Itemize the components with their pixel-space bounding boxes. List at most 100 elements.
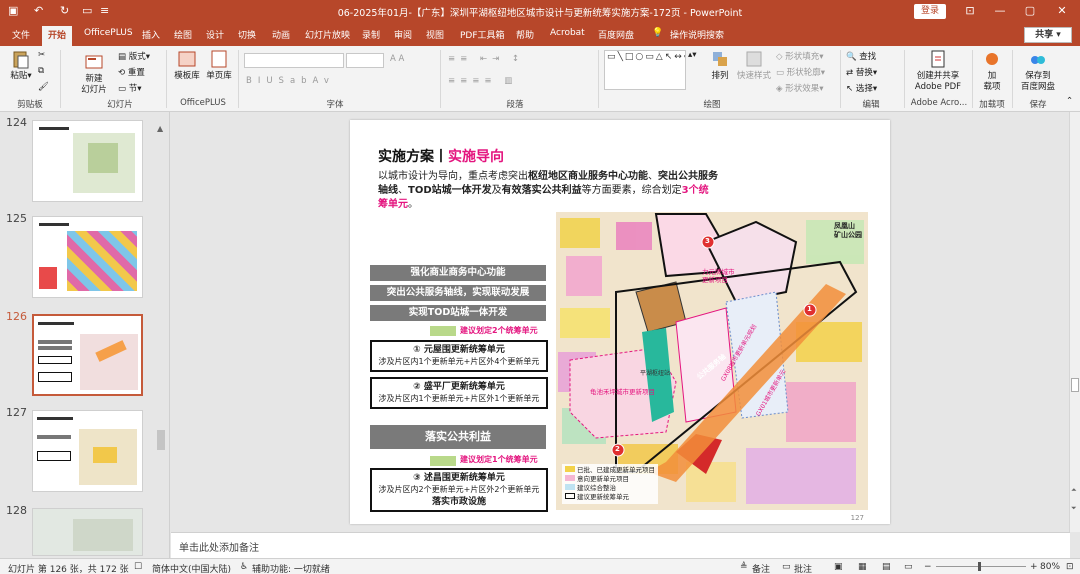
slide-scrollbar[interactable]: ⏶ ⏷ <box>1069 112 1080 532</box>
notes-toggle[interactable]: 备注 <box>752 562 770 574</box>
body-bold: 枢纽地区商业服务中心功能 <box>528 171 648 182</box>
save-baidu-button[interactable]: 保存到 百度网盘 <box>1016 49 1060 93</box>
tab-animations[interactable]: 动画 <box>272 28 290 41</box>
tab-transitions[interactable]: 切换 <box>238 28 256 41</box>
normal-view-icon[interactable]: ▣ <box>834 562 843 572</box>
tab-record[interactable]: 录制 <box>362 28 380 41</box>
tab-draw[interactable]: 绘图 <box>174 28 192 41</box>
slide-thumbnail-127[interactable] <box>32 410 143 492</box>
arrange-icon <box>713 52 727 66</box>
tab-home[interactable]: 开始 <box>42 26 73 46</box>
tab-help[interactable]: 帮助 <box>516 28 534 41</box>
select-button[interactable]: ↖ 选择▾ <box>846 82 877 94</box>
map-marker: 2 <box>615 445 620 453</box>
tab-view[interactable]: 视图 <box>426 28 444 41</box>
zoom-slider-thumb[interactable] <box>978 562 981 571</box>
accessibility-status[interactable]: 辅助功能: 一切就绪 <box>252 562 330 574</box>
template-library-button[interactable]: 模板库 <box>172 49 202 82</box>
zoom-out-icon[interactable]: − <box>924 562 932 572</box>
quick-style-button[interactable]: 快速样式 <box>736 49 772 82</box>
list-buttons[interactable]: ≡≡ ⇤⇥ ↕ <box>448 54 524 64</box>
fit-slide-icon[interactable]: ⊡ <box>1066 562 1074 572</box>
paste-icon <box>13 51 29 69</box>
map-label-project: 力元牌城市 更新项目 <box>702 268 735 284</box>
maximize-icon[interactable]: ▢ <box>1020 4 1040 17</box>
tab-design[interactable]: 设计 <box>206 28 224 41</box>
group-label-paragraph: 段落 <box>506 100 524 110</box>
slide-thumbnail-126[interactable] <box>32 314 143 396</box>
align-buttons[interactable]: ≡≡≡≡ ▥ <box>448 76 517 86</box>
slideshow-icon[interactable]: ▭ <box>904 562 913 572</box>
shape-effect-label: 形状效果 <box>785 84 820 94</box>
comments-toggle[interactable]: 批注 <box>794 562 812 574</box>
format-painter-icon[interactable]: 🖌 <box>38 82 49 92</box>
font-format-buttons[interactable]: BIUSabAv <box>246 76 335 86</box>
addins-button[interactable]: 加 载项 <box>978 49 1006 93</box>
slide-counter: 幻灯片 第 126 张，共 172 张 <box>8 565 129 574</box>
zoom-level[interactable]: 80% <box>1040 562 1060 572</box>
shapes-scroll[interactable]: ▴▾ <box>688 50 697 60</box>
spellcheck-icon[interactable]: ☐ <box>134 562 142 572</box>
tab-acrobat[interactable]: Acrobat <box>550 28 585 38</box>
notes-pane[interactable]: 单击此处添加备注 <box>171 532 1070 558</box>
shape-fill-button[interactable]: ◇ 形状填充▾ <box>776 50 824 62</box>
next-slide-icon[interactable]: ⏷ <box>1071 504 1077 513</box>
paste-button[interactable]: 粘贴▾ <box>8 49 34 82</box>
zoom-in-icon[interactable]: + <box>1030 562 1038 572</box>
cut-icon[interactable]: ✂ <box>38 50 45 60</box>
reading-view-icon[interactable]: ▤ <box>882 562 891 572</box>
section-button[interactable]: ▭ 节▾ <box>118 82 142 94</box>
ribbon-display-icon[interactable]: ⊡ <box>960 4 980 17</box>
tab-pdf-toolbox[interactable]: PDF工具箱 <box>460 28 505 41</box>
status-bar: 幻灯片 第 126 张，共 172 张 ☐ 简体中文(中国大陆) ♿ 辅助功能:… <box>0 558 1080 574</box>
collapse-ribbon-icon[interactable]: ⌃ <box>1066 96 1073 106</box>
find-button[interactable]: 🔍 查找 <box>846 50 876 62</box>
tab-officeplus[interactable]: OfficePLUS <box>84 28 133 38</box>
thumbnail-scrollbar[interactable]: ▲ <box>157 124 165 554</box>
arrange-button[interactable]: 排列 <box>706 49 734 82</box>
ribbon: 粘贴▾ ✂ ⧉ 🖌 剪贴板 新建 幻灯片 ▤ 版式▾ ⟲ 重置 ▭ 节▾ 幻灯片… <box>0 46 1080 112</box>
login-button[interactable]: 登录 <box>914 4 946 19</box>
tell-me-search[interactable]: 操作说明搜索 <box>670 28 724 41</box>
accessibility-icon: ♿ <box>240 562 249 572</box>
zoom-slider[interactable] <box>936 566 1026 567</box>
reset-button[interactable]: ⟲ 重置 <box>118 66 145 78</box>
addin-icon <box>986 53 998 65</box>
tab-review[interactable]: 审阅 <box>394 28 412 41</box>
group-label-slides: 幻灯片 <box>107 100 133 110</box>
shapes-gallery[interactable]: ▭╲□○▭△↖↔⇨⇩☆{} <box>604 50 686 90</box>
replace-button[interactable]: ⇄ 替换▾ <box>846 66 877 78</box>
close-icon[interactable]: ✕ <box>1052 4 1072 17</box>
slide-thumbnail-128[interactable] <box>32 508 143 556</box>
current-slide[interactable]: 实施方案丨实施导向 以城市设计为导向，重点考虑突出枢纽地区商业服务中心功能、突出… <box>350 120 890 524</box>
font-family-combo[interactable] <box>244 53 344 68</box>
slide-thumbnail-124[interactable] <box>32 120 143 202</box>
shape-outline-button[interactable]: ▭ 形状轮廓▾ <box>776 66 825 78</box>
tab-insert[interactable]: 插入 <box>142 28 160 41</box>
font-grow-shrink-icon[interactable]: A A <box>390 54 404 64</box>
slide-sorter-icon[interactable]: ▦ <box>858 562 867 572</box>
new-slide-icon <box>85 55 103 69</box>
single-page-label: 单页库 <box>206 71 232 81</box>
language-indicator[interactable]: 简体中文(中国大陆) <box>152 562 231 574</box>
new-slide-button[interactable]: 新建 幻灯片 <box>74 52 114 96</box>
prev-slide-icon[interactable]: ⏶ <box>1071 486 1077 495</box>
tab-baidu[interactable]: 百度网盘 <box>598 28 634 41</box>
share-button[interactable]: 共享 ▾ <box>1024 27 1072 43</box>
shape-effect-button[interactable]: ◈ 形状效果▾ <box>776 82 824 94</box>
create-share-pdf-button[interactable]: 创建并共享 Adobe PDF <box>910 49 966 93</box>
slide-title-sub: 实施导向 <box>448 149 504 165</box>
map-marker: 3 <box>705 237 710 245</box>
tab-slideshow[interactable]: 幻灯片放映 <box>305 28 350 41</box>
layout-button[interactable]: ▤ 版式▾ <box>118 50 150 62</box>
tab-file[interactable]: 文件 <box>12 28 30 41</box>
slide-thumbnail-pane: 124 125 126 127 128 ▲ <box>0 112 170 558</box>
minimize-icon[interactable]: — <box>990 4 1010 17</box>
copy-icon[interactable]: ⧉ <box>38 66 44 76</box>
replace-label: 替换 <box>855 68 873 78</box>
unit-note: 建议划定1个统筹单元 <box>460 455 538 464</box>
slide-body-text: 以城市设计为导向，重点考虑突出枢纽地区商业服务中心功能、突出公共服务轴线、TOD… <box>378 170 718 212</box>
font-size-combo[interactable] <box>346 53 384 68</box>
slide-thumbnail-125[interactable] <box>32 216 143 298</box>
single-page-library-button[interactable]: 单页库 <box>204 49 234 82</box>
